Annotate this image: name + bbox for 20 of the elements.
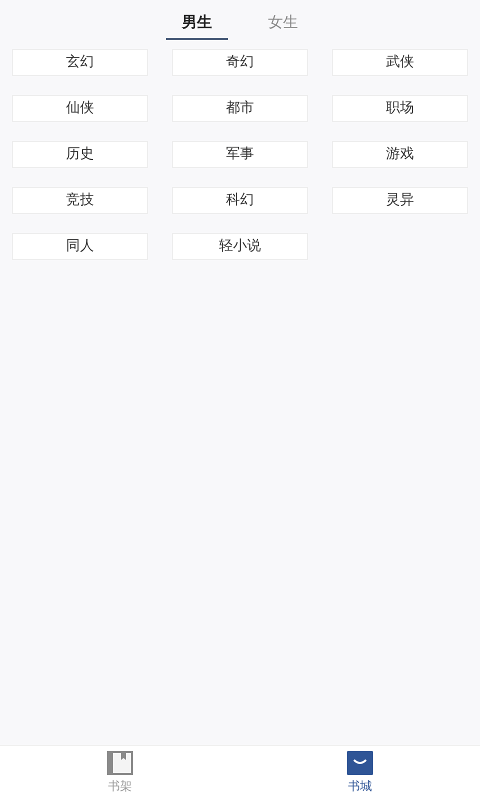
genre-button[interactable]: 仙侠	[12, 95, 148, 122]
genre-button[interactable]: 武侠	[332, 49, 468, 76]
genre-button[interactable]: 灵异	[332, 187, 468, 214]
nav-label: 书架	[108, 778, 132, 795]
category-tab[interactable]: 男生	[166, 6, 228, 40]
genre-button[interactable]: 军事	[172, 141, 308, 168]
book-icon	[107, 751, 133, 775]
genre-button[interactable]: 奇幻	[172, 49, 308, 76]
nav-tab[interactable]: 书城	[240, 746, 480, 800]
genre-button[interactable]: 职场	[332, 95, 468, 122]
bag-icon	[347, 751, 373, 775]
genre-button[interactable]: 科幻	[172, 187, 308, 214]
genre-button[interactable]: 历史	[12, 141, 148, 168]
genre-button[interactable]: 轻小说	[172, 233, 308, 260]
genre-button[interactable]: 玄幻	[12, 49, 148, 76]
genre-button[interactable]: 都市	[172, 95, 308, 122]
genre-button[interactable]: 同人	[12, 233, 148, 260]
genre-button[interactable]: 游戏	[332, 141, 468, 168]
nav-label: 书城	[348, 778, 372, 795]
genre-button[interactable]: 竞技	[12, 187, 148, 214]
